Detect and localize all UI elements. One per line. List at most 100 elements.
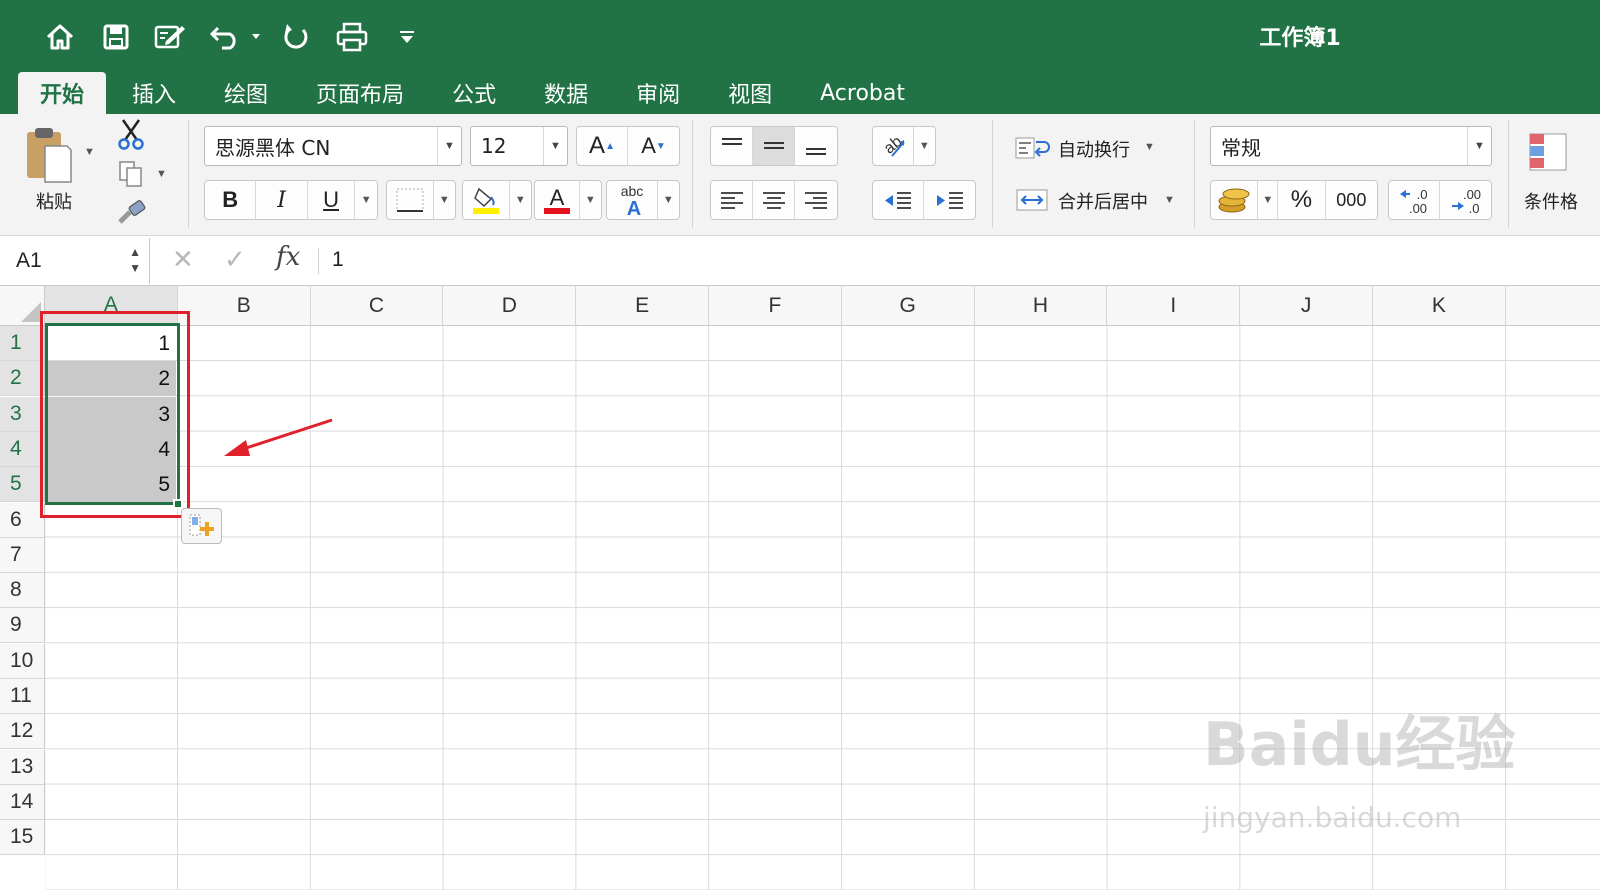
copy-dropdown-icon[interactable]: ▼ — [156, 168, 167, 180]
print-icon[interactable] — [332, 18, 372, 56]
paste-dropdown-icon[interactable]: ▼ — [84, 146, 95, 158]
number-format-select[interactable]: 常规 ▼ — [1210, 126, 1492, 166]
row-header[interactable]: 14 — [0, 784, 45, 820]
wrap-text-dropdown-icon[interactable]: ▼ — [1144, 141, 1155, 153]
phonetic-icon[interactable]: abc A — [607, 181, 658, 219]
cancel-icon[interactable]: ✕ — [172, 244, 194, 275]
tab-data[interactable]: 数据 — [522, 72, 610, 114]
copy-icon[interactable] — [114, 156, 148, 192]
accounting-format-icon[interactable] — [1211, 181, 1259, 219]
confirm-icon[interactable]: ✓ — [224, 244, 246, 275]
row-header[interactable]: 5 — [0, 467, 45, 503]
wrap-text-label[interactable]: 自动换行 — [1058, 136, 1130, 162]
align-middle-icon[interactable] — [753, 127, 796, 165]
align-center-icon[interactable] — [753, 181, 796, 219]
column-header[interactable]: C — [310, 286, 444, 326]
tab-page-layout[interactable]: 页面布局 — [294, 72, 426, 114]
grow-font-button[interactable]: A ▲ — [577, 127, 629, 165]
align-top-icon[interactable] — [711, 127, 754, 165]
row-header[interactable]: 10 — [0, 643, 45, 679]
fill-dropdown-icon[interactable]: ▼ — [510, 181, 531, 219]
row-header[interactable]: 15 — [0, 820, 45, 856]
column-header[interactable]: I — [1107, 286, 1241, 326]
format-painter-icon[interactable] — [114, 196, 148, 230]
merge-center-label[interactable]: 合并后居中 — [1058, 188, 1148, 214]
phonetic-dropdown-icon[interactable]: ▼ — [658, 181, 679, 219]
undo-icon[interactable] — [206, 18, 262, 56]
worksheet-grid[interactable]: ABCDEFGHIJK 1 2 3 4 5 6 7 8 9 10 11 12 13 14 15 12345 … — [0, 286, 1600, 890]
font-color-dropdown-icon[interactable]: ▼ — [580, 181, 601, 219]
select-all-button[interactable] — [0, 286, 45, 326]
column-header[interactable] — [1505, 286, 1600, 326]
row-header[interactable]: 2 — [0, 361, 45, 397]
row-header[interactable]: 4 — [0, 431, 45, 467]
wrap-text-icon[interactable] — [1012, 132, 1052, 164]
bold-button[interactable]: B — [205, 181, 257, 219]
tab-insert[interactable]: 插入 — [110, 72, 198, 114]
row-header[interactable]: 6 — [0, 502, 45, 538]
insert-function-icon[interactable]: fx — [276, 242, 300, 272]
cut-icon[interactable] — [114, 116, 148, 152]
tab-view[interactable]: 视图 — [706, 72, 794, 114]
row-header[interactable]: 9 — [0, 608, 45, 644]
merge-center-dropdown-icon[interactable]: ▼ — [1164, 194, 1175, 206]
percent-button[interactable]: % — [1278, 181, 1326, 219]
row-header[interactable]: 13 — [0, 749, 45, 785]
column-header[interactable]: E — [576, 286, 709, 326]
autofill-options-icon[interactable] — [181, 508, 222, 544]
name-box[interactable]: A1 ▲ ▼ — [0, 238, 150, 284]
column-header[interactable]: G — [841, 286, 975, 326]
font-name-select[interactable]: 思源黑体 CN ▼ — [204, 126, 462, 166]
horizontal-align-group — [710, 180, 838, 220]
tab-review[interactable]: 审阅 — [614, 72, 702, 114]
thousands-button[interactable]: 000 — [1326, 181, 1377, 219]
row-header[interactable]: 3 — [0, 396, 45, 432]
underline-button[interactable]: U — [308, 181, 356, 219]
row-header[interactable]: 1 — [0, 326, 45, 361]
column-header[interactable]: B — [177, 286, 311, 326]
conditional-format-icon[interactable] — [1524, 128, 1572, 176]
tab-home[interactable]: 开始 — [18, 72, 107, 114]
italic-button[interactable]: I — [256, 181, 308, 219]
customize-icon[interactable] — [394, 18, 420, 56]
decrease-indent-icon[interactable] — [873, 181, 925, 219]
row-header[interactable]: 12 — [0, 714, 45, 750]
redo-icon[interactable] — [278, 18, 314, 56]
increase-indent-icon[interactable] — [924, 181, 975, 219]
paste-icon[interactable] — [18, 120, 78, 190]
column-header[interactable]: D — [443, 286, 577, 326]
align-right-icon[interactable] — [795, 181, 837, 219]
edit-icon[interactable] — [150, 18, 190, 56]
orientation-dropdown-icon[interactable]: ▼ — [914, 127, 935, 165]
conditional-format-label[interactable]: 条件格 — [1524, 188, 1600, 214]
tab-formulas[interactable]: 公式 — [430, 72, 518, 114]
home-icon[interactable] — [40, 18, 80, 56]
formula-input[interactable]: 1 — [332, 248, 344, 272]
row-header[interactable]: 8 — [0, 573, 45, 609]
font-color-icon[interactable]: A — [535, 181, 580, 219]
fill-color-icon[interactable] — [463, 181, 510, 219]
decrease-decimal-icon[interactable]: .00.0 — [1440, 181, 1491, 219]
row-header[interactable]: 11 — [0, 679, 45, 714]
column-header[interactable]: K — [1373, 286, 1506, 326]
align-left-icon[interactable] — [711, 181, 754, 219]
increase-decimal-icon[interactable]: .0.00 — [1389, 181, 1441, 219]
column-header[interactable]: J — [1240, 286, 1373, 326]
merge-center-icon[interactable] — [1012, 184, 1052, 216]
borders-dropdown-icon[interactable]: ▼ — [434, 181, 455, 219]
tab-acrobat[interactable]: Acrobat — [798, 72, 927, 114]
text-orientation-icon[interactable]: ab — [873, 127, 914, 165]
shrink-font-button[interactable]: A ▼ — [628, 127, 679, 165]
column-header[interactable]: F — [709, 286, 842, 326]
borders-icon[interactable] — [387, 181, 434, 219]
column-header[interactable]: H — [974, 286, 1108, 326]
font-size-select[interactable]: 12 ▼ — [470, 126, 568, 166]
save-icon[interactable] — [96, 18, 136, 56]
name-box-stepper-icon[interactable]: ▲ ▼ — [129, 244, 141, 276]
underline-dropdown-icon[interactable]: ▼ — [355, 181, 377, 219]
row-header[interactable]: 7 — [0, 537, 45, 573]
number-style-group: ▼ % 000 — [1210, 180, 1378, 220]
align-bottom-icon[interactable] — [795, 127, 837, 165]
tab-draw[interactable]: 绘图 — [202, 72, 290, 114]
accounting-dropdown-icon[interactable]: ▼ — [1258, 181, 1279, 219]
